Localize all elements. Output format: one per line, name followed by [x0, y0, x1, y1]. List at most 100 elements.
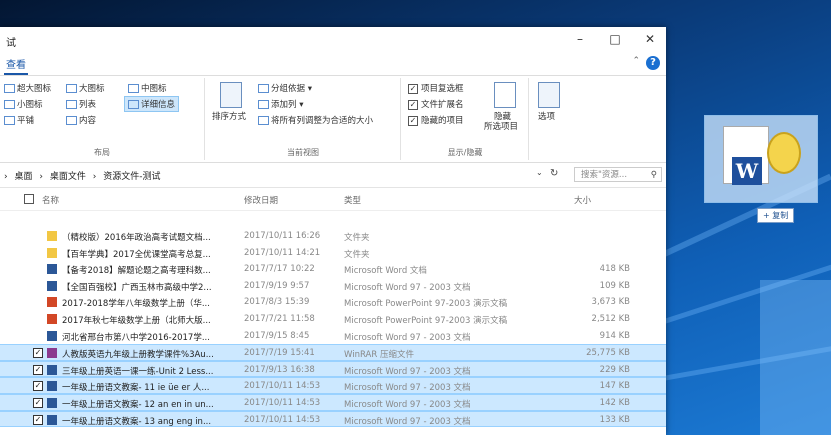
row-checkbox[interactable]: ✓	[33, 414, 43, 425]
file-row[interactable]: 2017年秋七年级数学上册（北师大版... 2017/7/21 11:58 Micr…	[0, 311, 666, 328]
file-row[interactable]: ✓ 三年级上册英语一课一练-Unit 2 Less... 2017/9/13 16:…	[0, 360, 666, 378]
column-date[interactable]: 修改日期	[244, 194, 278, 206]
breadcrumb-separator: ›	[92, 172, 97, 182]
sort-button[interactable]: 排序方式	[212, 110, 246, 122]
file-name: 一年级上册语文教案- 13 ang eng in...	[62, 416, 212, 427]
file-type: Microsoft Word 97 - 2003 文档	[344, 416, 471, 427]
tab-view[interactable]: 查看	[4, 56, 28, 75]
file-size: 109 KB	[599, 280, 630, 291]
layout-medium-icons[interactable]: 中图标	[128, 82, 167, 94]
breadcrumb-separator: ›	[4, 172, 8, 182]
icon-view-icon	[4, 84, 15, 93]
file-row[interactable]: 2017-2018学年八年级数学上册（华... 2017/8/3 15:39 Mic…	[0, 294, 666, 311]
layout-small-icons[interactable]: 小图标	[4, 98, 43, 110]
layout-tiles[interactable]: 平铺	[4, 114, 34, 126]
layout-content[interactable]: 内容	[66, 114, 96, 126]
group-label: 显示/隐藏	[447, 148, 483, 157]
file-size: 914 KB	[599, 330, 630, 341]
column-name[interactable]: 名称	[42, 194, 59, 206]
layout-xl-icons[interactable]: 超大图标	[4, 82, 51, 94]
search-placeholder: 搜索"资源...	[581, 170, 628, 180]
file-name: 2017-2018学年八年级数学上册（华...	[62, 299, 210, 310]
row-checkbox[interactable]: ✓	[33, 381, 43, 392]
refresh-icon[interactable]: ↻	[550, 168, 558, 179]
file-row[interactable]: ✓ 一年级上册语文教案- 13 ang eng in... 2017/10/11 1…	[0, 410, 666, 428]
breadcrumb-desktop[interactable]: 桌面	[14, 172, 32, 182]
file-size: 418 KB	[599, 264, 630, 275]
file-row[interactable]: 河北省邢台市第八中学2016-2017学... 2017/9/15 8:45 Mic…	[0, 328, 666, 345]
close-button[interactable]: ✕	[640, 31, 660, 47]
row-checkbox[interactable]: ✓	[33, 364, 43, 375]
layout-label: 大图标	[79, 84, 105, 94]
layout-list[interactable]: 列表	[66, 98, 96, 110]
ribbon-collapse-icon[interactable]: ⌃	[632, 56, 640, 66]
file-type: Microsoft PowerPoint 97-2003 演示文稿	[344, 315, 508, 326]
file-type: 文件夹	[344, 249, 370, 260]
file-size: 133 KB	[599, 414, 630, 425]
file-row[interactable]: ✓ 人教版英语九年级上册教学课件%3Au... 2017/7/19 15:41 Win…	[0, 344, 666, 361]
file-row[interactable]: ✓ 一年级上册语文教案- 11 ie üe er 人... 2017/10/11 1…	[0, 377, 666, 394]
fit-columns-label: 将所有列调整为合适的大小	[271, 116, 374, 126]
desktop-light-pane	[760, 280, 831, 435]
select-all-checkbox[interactable]	[24, 194, 34, 204]
file-type: Microsoft Word 97 - 2003 文档	[344, 282, 471, 293]
file-name: 一年级上册语文教案- 11 ie üe er 人...	[62, 383, 210, 394]
file-row[interactable]: 【全国百强校】广西玉林市高级中学2... 2017/9/19 9:57 Micros…	[0, 278, 666, 295]
group-label: 布局	[94, 148, 110, 157]
minimize-button[interactable]: –	[570, 31, 590, 47]
hidden-items-toggle[interactable]: ✓ 隐藏的项目	[408, 114, 464, 126]
file-row[interactable]: 【备考2018】解题论题之高考理科数... 2017/7/17 10:22 Micr…	[0, 261, 666, 278]
archive-icon	[767, 132, 801, 174]
file-name: 【备考2018】解题论题之高考理科数...	[62, 266, 211, 277]
group-by-button[interactable]: 分组依据 ▾	[258, 82, 312, 94]
search-input[interactable]: 搜索"资源... ⚲	[574, 167, 662, 182]
file-date: 2017/8/3 15:39	[244, 297, 310, 308]
file-date: 2017/10/11 14:53	[244, 414, 321, 425]
layout-large-icons[interactable]: 大图标	[66, 82, 105, 94]
file-size: 3,673 KB	[591, 297, 630, 308]
row-checkbox[interactable]: ✓	[33, 348, 43, 359]
file-size: 147 KB	[599, 381, 630, 392]
breadcrumb-desktop-files[interactable]: 桌面文件	[50, 172, 86, 182]
file-row[interactable]: ✓ 一年级上册语文教案- 12 an en in un... 2017/10/11 …	[0, 393, 666, 411]
help-icon[interactable]: ?	[646, 56, 660, 70]
breadcrumb-separator: ›	[39, 172, 43, 182]
word-doc-icon	[47, 364, 57, 375]
layout-details[interactable]: 详细信息	[124, 96, 180, 112]
layout-label: 平铺	[17, 116, 35, 126]
options-button[interactable]: 选项	[538, 110, 555, 122]
column-type[interactable]: 类型	[344, 194, 361, 206]
row-checkbox[interactable]: ✓	[33, 397, 43, 408]
tiles-view-icon	[4, 116, 15, 125]
file-row[interactable]: （精校版）2016年政治高考试题文档... 2017/10/11 16:26 文件夹	[0, 228, 666, 245]
sort-icon	[220, 82, 242, 108]
file-date: 2017/7/19 15:41	[244, 348, 315, 359]
breadcrumb-current[interactable]: 资源文件-测试	[103, 172, 160, 182]
file-ext-toggle[interactable]: ✓ 文件扩展名	[408, 98, 464, 110]
add-column-button[interactable]: 添加列 ▾	[258, 98, 303, 110]
file-type: 文件夹	[344, 233, 370, 243]
address-bar[interactable]: › 桌面 › 桌面文件 › 资源文件-测试 ⌄ ↻ 搜索"资源... ⚲	[0, 163, 666, 188]
file-type: Microsoft Word 97 - 2003 文档	[344, 383, 471, 394]
item-checkbox-toggle[interactable]: ✓ 项目复选框	[408, 82, 464, 94]
toggle-label: 文件扩展名	[421, 100, 464, 110]
options-icon	[538, 82, 560, 108]
file-name: 一年级上册语文教案- 12 an en in un...	[62, 399, 214, 410]
show-hide-group: ✓ 项目复选框 ✓ 文件扩展名 ✓ 隐藏的项目 隐藏 所选项目 显示/隐藏	[402, 78, 529, 160]
layout-label: 超大图标	[17, 84, 52, 94]
file-date: 2017/9/13 16:38	[244, 364, 315, 375]
layout-label: 列表	[79, 100, 97, 110]
file-type: WinRAR 压缩文件	[344, 350, 414, 361]
file-type: Microsoft Word 97 - 2003 文档	[344, 366, 471, 377]
maximize-button[interactable]: □	[605, 31, 625, 47]
address-dropdown-icon[interactable]: ⌄	[536, 168, 543, 177]
fit-columns-button[interactable]: 将所有列调整为合适的大小	[258, 114, 373, 126]
file-name: 【百年学典】2017全优课堂高考总复...	[62, 249, 211, 260]
hide-selected-label[interactable]: 所选项目	[484, 120, 518, 132]
layout-group: 超大图标 大图标 中图标 小图标 列表 详细信息 平铺 内容 布局	[0, 78, 205, 160]
file-row[interactable]: 【百年学典】2017全优课堂高考总复... 2017/10/11 14:21 文件夹	[0, 245, 666, 262]
file-name: （精校版）2016年政治高考试题文档...	[62, 233, 211, 243]
file-type: Microsoft Word 97 - 2003 文档	[344, 399, 471, 410]
breadcrumb: › 桌面 › 桌面文件 › 资源文件-测试	[4, 169, 164, 182]
column-size[interactable]: 大小	[574, 194, 591, 206]
